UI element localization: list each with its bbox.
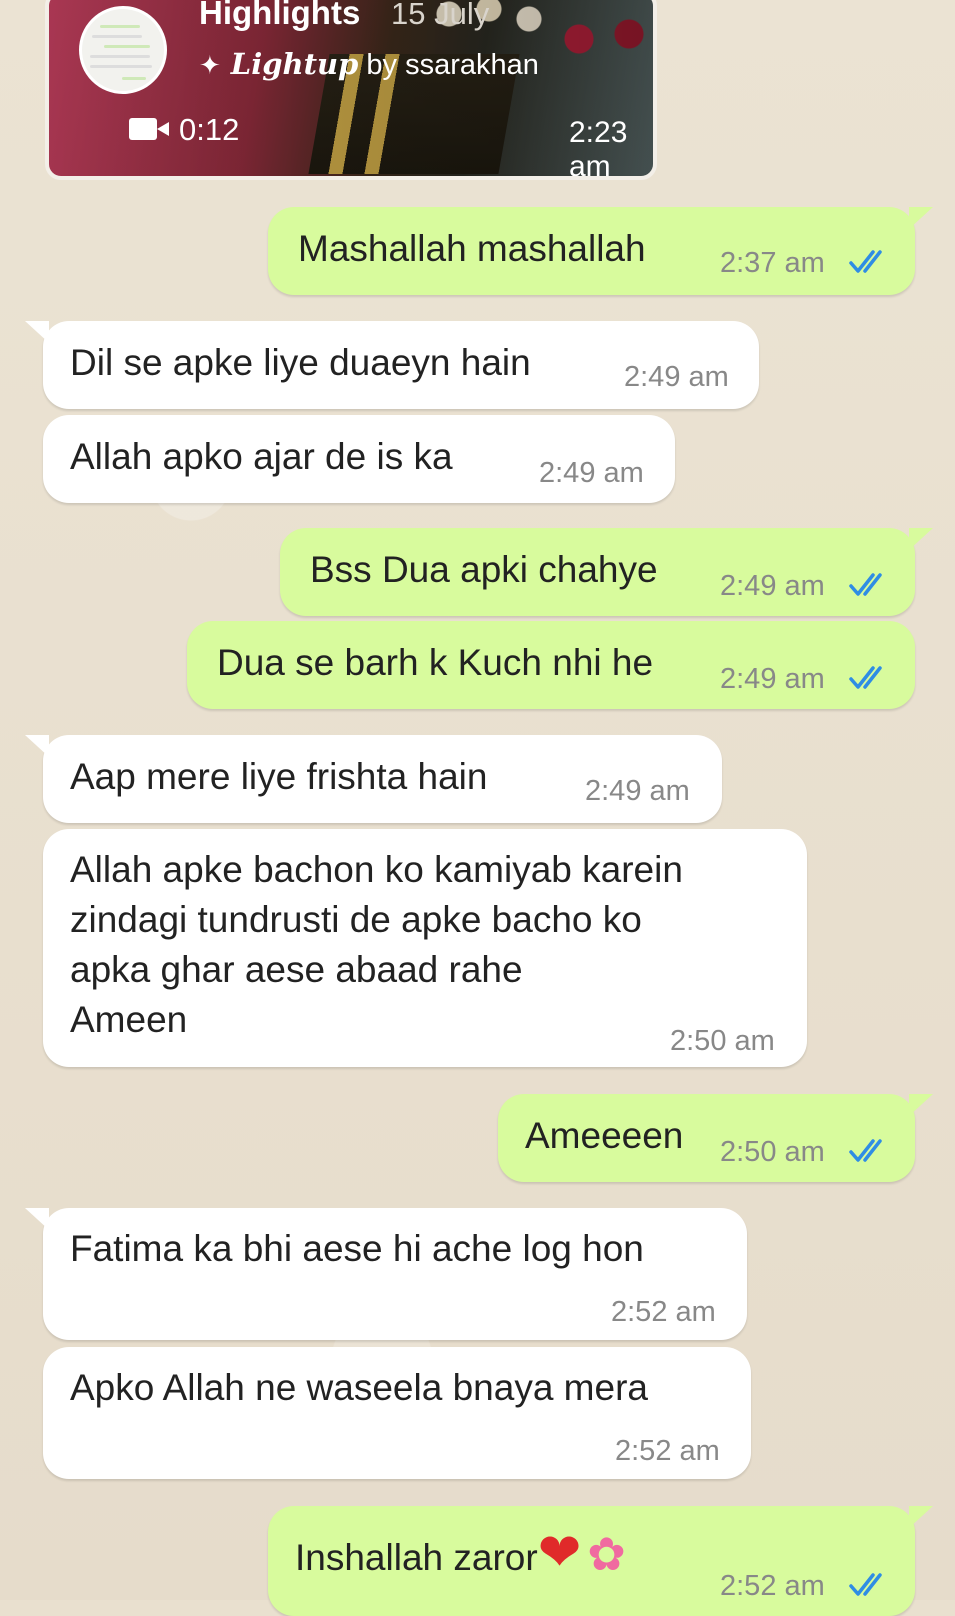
message-outgoing[interactable]: Mashallah mashallah 2:37 am — [268, 207, 933, 295]
red-heart-emoji: ❤ — [537, 1524, 582, 1582]
message-time: 2:37 am — [720, 247, 825, 279]
message-time: 2:49 am — [720, 663, 825, 695]
message-time: 2:49 am — [539, 457, 644, 489]
read-ticks-icon — [849, 573, 882, 596]
sparkle-icon: ✦ — [199, 50, 221, 80]
credit-suffix: by ssarakhan — [366, 49, 539, 81]
message-text: Fatima ka bhi aese hi ache log hon — [70, 1228, 644, 1269]
story-credit[interactable]: ✦ Lightup by ssarakhan — [199, 47, 539, 82]
message-text: Dua se barh k Kuch nhi he — [217, 642, 654, 683]
message-time: 2:50 am — [720, 1136, 825, 1168]
video-duration: 0:12 — [179, 112, 240, 147]
message-text: Allah apke bachon ko kamiyab karein zind… — [70, 849, 683, 1040]
message-text: Apko Allah ne waseela bnaya mera — [70, 1367, 648, 1408]
video-camera-icon — [129, 118, 169, 140]
read-ticks-icon — [849, 666, 882, 689]
avatar[interactable] — [79, 6, 167, 94]
story-reply-preview[interactable]: Highlights 15 July ✦ Lightup by ssarakhan… — [45, 0, 657, 180]
story-date: 15 July — [391, 0, 490, 31]
read-ticks-icon — [849, 1573, 882, 1596]
message-time: 2:49 am — [720, 570, 825, 602]
message-incoming[interactable]: Fatima ka bhi aese hi ache log hon 2:52 … — [25, 1208, 747, 1340]
cherry-blossom-emoji: ✿ — [587, 1528, 626, 1580]
message-incoming[interactable]: Apko Allah ne waseela bnaya mera 2:52 am — [43, 1347, 751, 1479]
message-text: Ameeeen — [525, 1115, 684, 1156]
message-incoming[interactable]: Allah apko ajar de is ka 2:49 am — [43, 415, 675, 503]
read-ticks-icon — [849, 1139, 882, 1162]
message-incoming[interactable]: Aap mere liye frishta hain 2:49 am — [25, 735, 722, 823]
story-time: 2:23 am — [569, 116, 628, 180]
read-ticks-icon — [849, 250, 882, 273]
message-time: 2:49 am — [585, 775, 690, 807]
message-time: 2:49 am — [624, 361, 729, 393]
message-text: Aap mere liye frishta hain — [70, 756, 488, 797]
message-outgoing[interactable]: Ameeeen 2:50 am — [498, 1094, 933, 1182]
message-time: 2:52 am — [720, 1570, 825, 1602]
message-incoming[interactable]: Dil se apke liye duaeyn hain 2:49 am — [25, 321, 759, 409]
message-text: Bss Dua apki chahye — [310, 549, 658, 590]
story-title: Highlights — [199, 0, 361, 31]
message-time: 2:50 am — [670, 1025, 775, 1057]
message-outgoing[interactable]: Dua se barh k Kuch nhi he 2:49 am — [187, 621, 915, 709]
message-time: 2:52 am — [611, 1296, 716, 1328]
message-text: Allah apko ajar de is ka — [70, 436, 453, 477]
message-text: Dil se apke liye duaeyn hain — [70, 342, 531, 383]
message-incoming[interactable]: Allah apke bachon ko kamiyab karein zind… — [43, 829, 807, 1067]
message-text: Mashallah mashallah — [298, 228, 646, 269]
message-outgoing[interactable]: Bss Dua apki chahye 2:49 am — [280, 528, 933, 616]
credit-brand: Lightup — [230, 47, 359, 81]
message-time: 2:52 am — [615, 1435, 720, 1467]
message-text: Inshallah zaror❤ ✿ — [295, 1524, 626, 1582]
